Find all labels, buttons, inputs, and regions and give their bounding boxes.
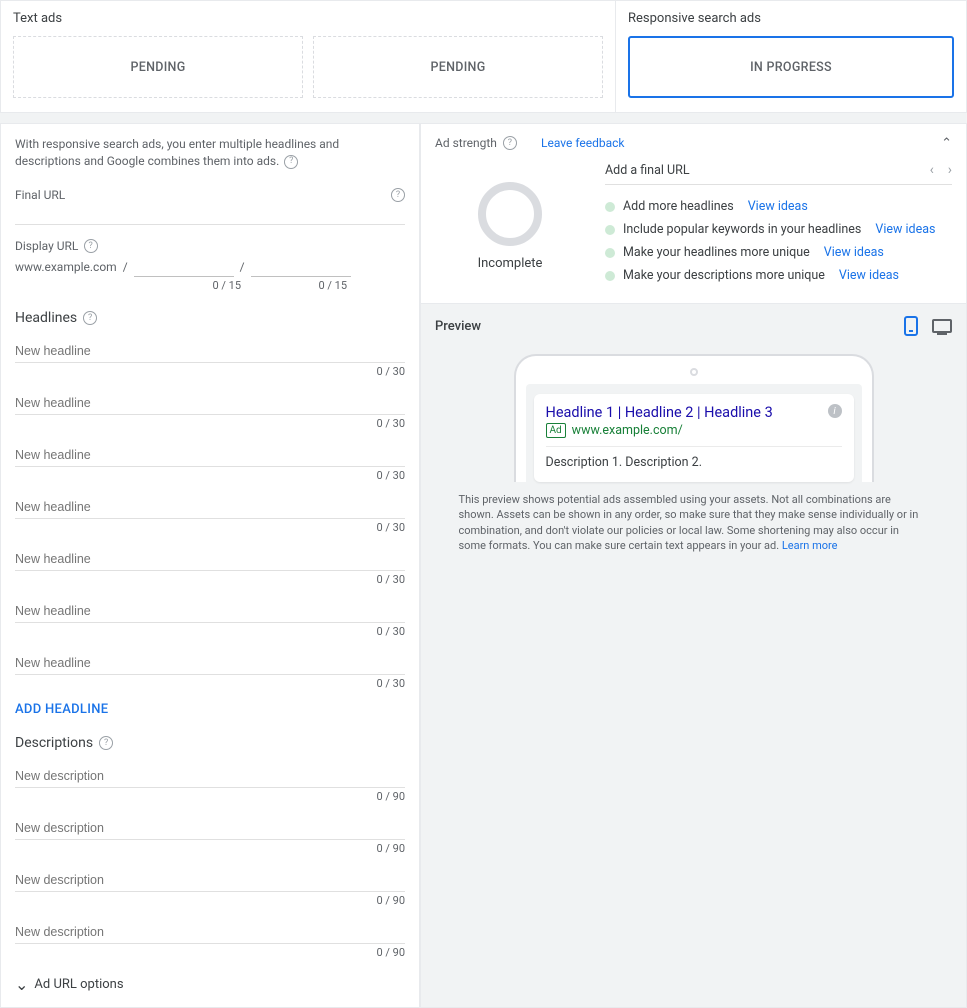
status-dot-icon	[605, 271, 615, 281]
ad-type-tabs: Text ads PENDING PENDING Responsive sear…	[0, 0, 967, 113]
description-counter: 0 / 90	[15, 790, 405, 803]
responsive-ad-card[interactable]: IN PROGRESS	[628, 36, 954, 98]
phone-speaker-icon	[690, 368, 698, 376]
headline-input[interactable]	[15, 600, 405, 623]
mobile-preview-icon[interactable]	[904, 316, 918, 336]
headline-input[interactable]	[15, 652, 405, 675]
headline-counter: 0 / 30	[15, 521, 405, 534]
path1-counter: 0 / 15	[141, 279, 241, 292]
ad-preview-description: Description 1. Description 2.	[546, 455, 842, 470]
headline-counter: 0 / 30	[15, 677, 405, 690]
headline-counter: 0 / 30	[15, 625, 405, 638]
headline-counter: 0 / 30	[15, 365, 405, 378]
learn-more-link[interactable]: Learn more	[782, 539, 838, 552]
view-ideas-link[interactable]: View ideas	[875, 222, 935, 237]
headlines-section-label: Headlines	[15, 310, 77, 326]
phone-frame: Headline 1 | Headline 2 | Headline 3 i A…	[514, 354, 874, 482]
description-input[interactable]	[15, 765, 405, 788]
ad-form-panel: With responsive search ads, you enter mu…	[0, 123, 420, 1008]
headline-input[interactable]	[15, 340, 405, 363]
status-dot-icon	[605, 225, 615, 235]
ad-url-options-toggle[interactable]: ⌄ Ad URL options	[15, 977, 405, 993]
text-ads-label: Text ads	[13, 11, 603, 26]
text-ad-card-2[interactable]: PENDING	[313, 36, 603, 98]
headline-input[interactable]	[15, 496, 405, 519]
description-counter: 0 / 90	[15, 894, 405, 907]
leave-feedback-link[interactable]: Leave feedback	[541, 136, 625, 150]
descriptions-section-label: Descriptions	[15, 735, 93, 751]
display-path-2-input[interactable]	[251, 258, 351, 277]
add-headline-button[interactable]: ADD HEADLINE	[15, 702, 405, 717]
ad-strength-panel: Ad strength ? Leave feedback ⌃ Incomplet…	[420, 123, 967, 304]
help-icon[interactable]: ?	[284, 155, 298, 169]
recommendation-item: Add more headlinesView ideas	[605, 195, 952, 218]
desktop-preview-icon[interactable]	[932, 319, 952, 333]
display-url-base: www.example.com	[15, 260, 117, 274]
display-url-label: Display URL	[15, 239, 78, 253]
status-dot-icon	[605, 202, 615, 212]
headline-counter: 0 / 30	[15, 417, 405, 430]
description-input[interactable]	[15, 869, 405, 892]
help-icon[interactable]: ?	[83, 311, 97, 325]
preview-note: This preview shows potential ads assembl…	[459, 492, 929, 554]
status-dot-icon	[605, 248, 615, 258]
help-icon[interactable]: ?	[503, 136, 517, 150]
description-counter: 0 / 90	[15, 842, 405, 855]
headline-input[interactable]	[15, 392, 405, 415]
final-url-input[interactable]	[15, 202, 405, 225]
description-counter: 0 / 90	[15, 946, 405, 959]
chevron-down-icon: ⌄	[15, 977, 28, 993]
path2-counter: 0 / 15	[247, 279, 347, 292]
help-icon[interactable]: ?	[99, 736, 113, 750]
headline-input[interactable]	[15, 548, 405, 571]
preview-panel: Preview Headline 1 | Headline 2 | Headli…	[420, 304, 967, 1008]
info-icon[interactable]: i	[828, 404, 842, 418]
ad-badge: Ad	[546, 423, 566, 438]
description-input[interactable]	[15, 817, 405, 840]
recommendation-item: Include popular keywords in your headlin…	[605, 218, 952, 241]
top-recommendation: Add a final URL	[605, 163, 690, 178]
view-ideas-link[interactable]: View ideas	[839, 268, 899, 283]
responsive-ads-label: Responsive search ads	[628, 11, 954, 26]
final-url-label: Final URL	[15, 188, 65, 202]
collapse-icon[interactable]: ⌃	[941, 136, 952, 151]
headline-counter: 0 / 30	[15, 469, 405, 482]
description-input[interactable]	[15, 921, 405, 944]
prev-recommendation-icon[interactable]: ‹	[930, 162, 934, 178]
preview-title: Preview	[435, 319, 481, 334]
view-ideas-link[interactable]: View ideas	[824, 245, 884, 260]
strength-ring-icon	[478, 182, 542, 246]
ad-preview-headline: Headline 1 | Headline 2 | Headline 3	[546, 404, 773, 421]
recommendation-item: Make your headlines more uniqueView idea…	[605, 241, 952, 264]
ad-preview-card: Headline 1 | Headline 2 | Headline 3 i A…	[534, 394, 854, 482]
recommendation-item: Make your descriptions more uniqueView i…	[605, 264, 952, 287]
view-ideas-link[interactable]: View ideas	[748, 199, 808, 214]
headline-input[interactable]	[15, 444, 405, 467]
help-icon[interactable]: ?	[84, 239, 98, 253]
display-path-1-input[interactable]	[134, 258, 234, 277]
ad-strength-label: Ad strength	[435, 136, 497, 150]
help-icon[interactable]: ?	[391, 188, 405, 202]
text-ad-card-1[interactable]: PENDING	[13, 36, 303, 98]
strength-status: Incomplete	[478, 256, 543, 271]
headline-counter: 0 / 30	[15, 573, 405, 586]
next-recommendation-icon[interactable]: ›	[948, 162, 952, 178]
ad-preview-url: www.example.com/	[572, 423, 683, 438]
